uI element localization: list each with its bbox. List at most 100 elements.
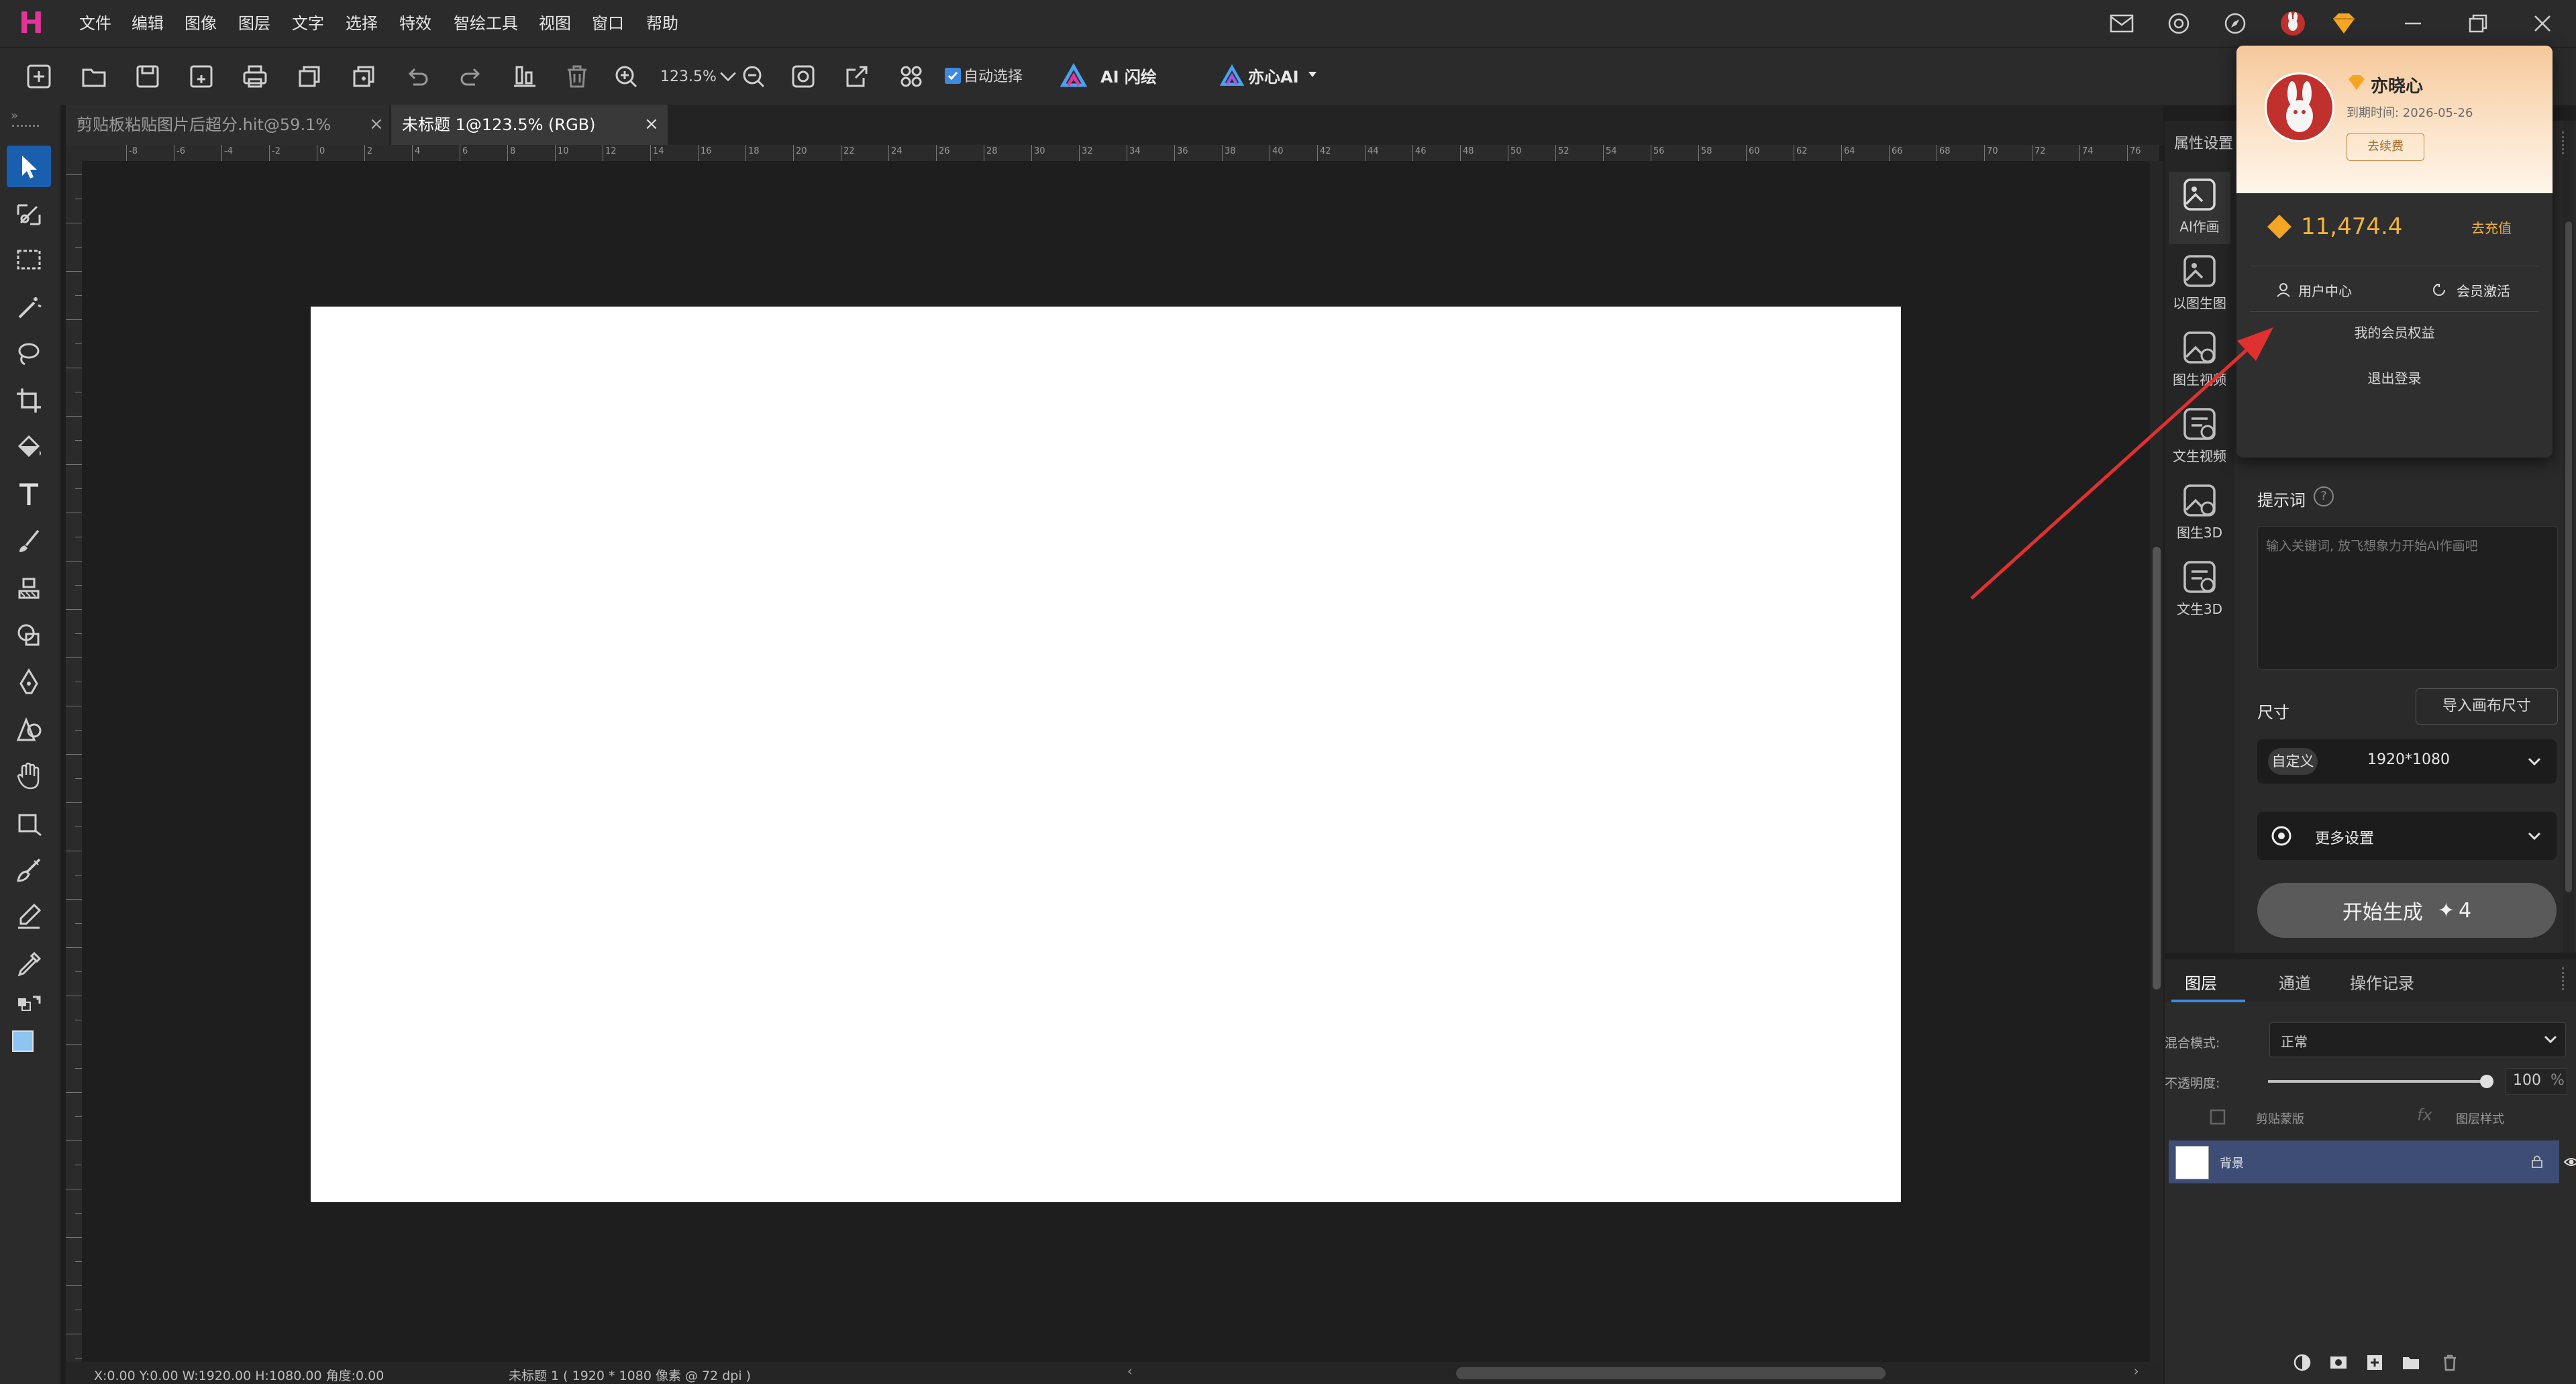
text-tool-icon[interactable]	[7, 474, 51, 515]
menu-view[interactable]: 视图	[539, 9, 571, 38]
panel-grip[interactable]	[12, 125, 39, 132]
canvas-document[interactable]	[311, 307, 1901, 1202]
move-tool-icon[interactable]	[7, 146, 51, 187]
menu-select[interactable]: 选择	[346, 9, 378, 38]
auto-select-checkbox[interactable]	[945, 68, 961, 84]
menu-text[interactable]: 文字	[292, 9, 324, 38]
clip-mask-icon[interactable]	[2209, 1108, 2226, 1126]
redo-icon[interactable]	[454, 60, 488, 93]
fill-bucket-tool-icon[interactable]	[7, 427, 51, 468]
menu-window[interactable]: 窗口	[592, 9, 624, 38]
panel-grip[interactable]	[2562, 967, 2573, 990]
user-center-link[interactable]: 用户中心	[2298, 280, 2352, 300]
vector-shape-tool-icon[interactable]	[7, 708, 51, 750]
eyedropper-tool-icon[interactable]	[7, 943, 51, 985]
shape-tool-icon[interactable]	[7, 615, 51, 656]
menu-smart-tools[interactable]: 智绘工具	[454, 9, 518, 38]
print-icon[interactable]	[238, 60, 272, 93]
minimize-icon[interactable]	[2398, 8, 2428, 39]
generate-button[interactable]: 开始生成 ✦ 4	[2257, 883, 2557, 938]
duplicate-icon[interactable]	[347, 60, 380, 93]
delete-icon[interactable]	[560, 60, 594, 93]
crop-tool-icon[interactable]	[7, 380, 51, 421]
menu-layer[interactable]: 图层	[238, 9, 270, 38]
export-icon[interactable]	[840, 60, 874, 93]
tab-clipboard-image[interactable]: 剪贴板粘贴图片后超分.hit@59.1% (RGB)	[66, 105, 389, 174]
save-as-icon[interactable]	[185, 60, 218, 93]
opacity-input[interactable]: 100 %	[2506, 1068, 2567, 1095]
layer-mask-icon[interactable]	[2328, 1352, 2349, 1373]
lock-icon[interactable]	[2530, 1154, 2544, 1169]
settings-icon[interactable]	[2163, 8, 2194, 39]
collapse-panel-icon[interactable]: »	[11, 109, 38, 123]
member-activate-link[interactable]: 会员激活	[2457, 280, 2510, 300]
ai-flash-button[interactable]: AI 闪绘	[1100, 64, 1157, 91]
close-icon[interactable]	[2527, 8, 2558, 39]
import-canvas-size-button[interactable]: 导入画布尺寸	[2416, 688, 2558, 725]
compass-icon[interactable]	[2220, 8, 2251, 39]
tab-history[interactable]: 操作记录	[2350, 970, 2414, 994]
horizontal-scroll-thumb[interactable]	[1456, 1367, 1886, 1379]
delete-layer-icon[interactable]	[2440, 1352, 2460, 1373]
new-file-icon[interactable]	[22, 60, 56, 93]
prompt-input[interactable]: 输入关键词, 放飞想象力开始AI作画吧	[2257, 526, 2558, 670]
adjustment-layer-icon[interactable]	[2292, 1352, 2312, 1373]
zoom-value[interactable]: 123.5%	[660, 64, 717, 91]
help-icon[interactable]: ?	[2314, 486, 2334, 507]
save-icon[interactable]	[131, 60, 164, 93]
restore-icon[interactable]	[2463, 8, 2493, 39]
hand-tool-icon[interactable]	[7, 755, 51, 797]
yixin-ai-button[interactable]: 亦心AI	[1248, 64, 1299, 91]
ai-draw-tool[interactable]: AI作画	[2169, 172, 2230, 244]
visibility-eye-icon[interactable]	[2563, 1154, 2576, 1170]
menu-image[interactable]: 图像	[185, 9, 217, 38]
mail-icon[interactable]	[2106, 8, 2137, 39]
tab-close-icon[interactable]: ×	[644, 114, 664, 134]
opacity-slider[interactable]	[2268, 1073, 2493, 1089]
layer-row-background[interactable]: 背景	[2169, 1140, 2559, 1183]
pattern-stamp-tool-icon[interactable]	[7, 568, 51, 609]
vip-diamond-icon[interactable]	[2328, 8, 2359, 39]
opacity-handle[interactable]	[2480, 1075, 2493, 1088]
blend-mode-select[interactable]: 正常	[2269, 1022, 2566, 1057]
marquee-tool-icon[interactable]	[7, 239, 51, 281]
panel-grip[interactable]	[2562, 131, 2573, 154]
menu-help[interactable]: 帮助	[646, 9, 678, 38]
tab-channels[interactable]: 通道	[2279, 970, 2311, 994]
new-group-folder-icon[interactable]	[2401, 1352, 2421, 1373]
fit-screen-icon[interactable]	[786, 60, 820, 93]
tab-close-icon[interactable]: ×	[369, 114, 389, 134]
avatar-icon[interactable]	[2277, 8, 2308, 39]
undo-icon[interactable]	[401, 60, 434, 93]
swap-colors-icon[interactable]	[7, 990, 51, 1020]
logout-button[interactable]: 退出登录	[2236, 368, 2553, 387]
open-folder-icon[interactable]	[77, 60, 111, 93]
new-layer-icon[interactable]	[2365, 1352, 2385, 1373]
yixin-dropdown-caret-icon[interactable]	[1308, 72, 1317, 77]
fx-icon[interactable]: fx	[2417, 1106, 2432, 1124]
image-to-image-tool[interactable]: 以图生图	[2169, 248, 2230, 321]
size-select[interactable]: 自定义 1920*1080	[2257, 739, 2557, 784]
scroll-thumb[interactable]	[2565, 221, 2572, 892]
panel-scrollbar[interactable]	[2563, 121, 2574, 953]
scroll-right-arrow-icon[interactable]: ›	[2134, 1364, 2139, 1379]
menu-effects[interactable]: 特效	[399, 9, 431, 38]
recharge-link[interactable]: 去充值	[2471, 217, 2512, 237]
magic-wand-tool-icon[interactable]	[7, 287, 51, 329]
pen-tool-icon[interactable]	[7, 661, 51, 703]
transform-tool-icon[interactable]	[7, 802, 51, 844]
healing-brush-tool-icon[interactable]	[7, 849, 51, 891]
zoom-in-icon[interactable]	[609, 60, 643, 93]
tab-layers[interactable]: 图层	[2185, 970, 2217, 994]
eraser-tool-icon[interactable]	[7, 896, 51, 938]
brush-tool-icon[interactable]	[7, 521, 51, 562]
foreground-color-swatch[interactable]	[12, 1030, 34, 1052]
grid-apps-icon[interactable]	[894, 60, 928, 93]
more-settings-dropdown[interactable]: 更多设置	[2257, 812, 2557, 860]
lasso-tool-icon[interactable]	[7, 333, 51, 374]
scroll-left-arrow-icon[interactable]: ‹	[1127, 1364, 1133, 1379]
size-mode-chip[interactable]: 自定义	[2268, 748, 2318, 775]
menu-file[interactable]: 文件	[79, 9, 111, 38]
smart-cutout-tool-icon[interactable]	[7, 194, 51, 235]
menu-edit[interactable]: 编辑	[132, 9, 164, 38]
